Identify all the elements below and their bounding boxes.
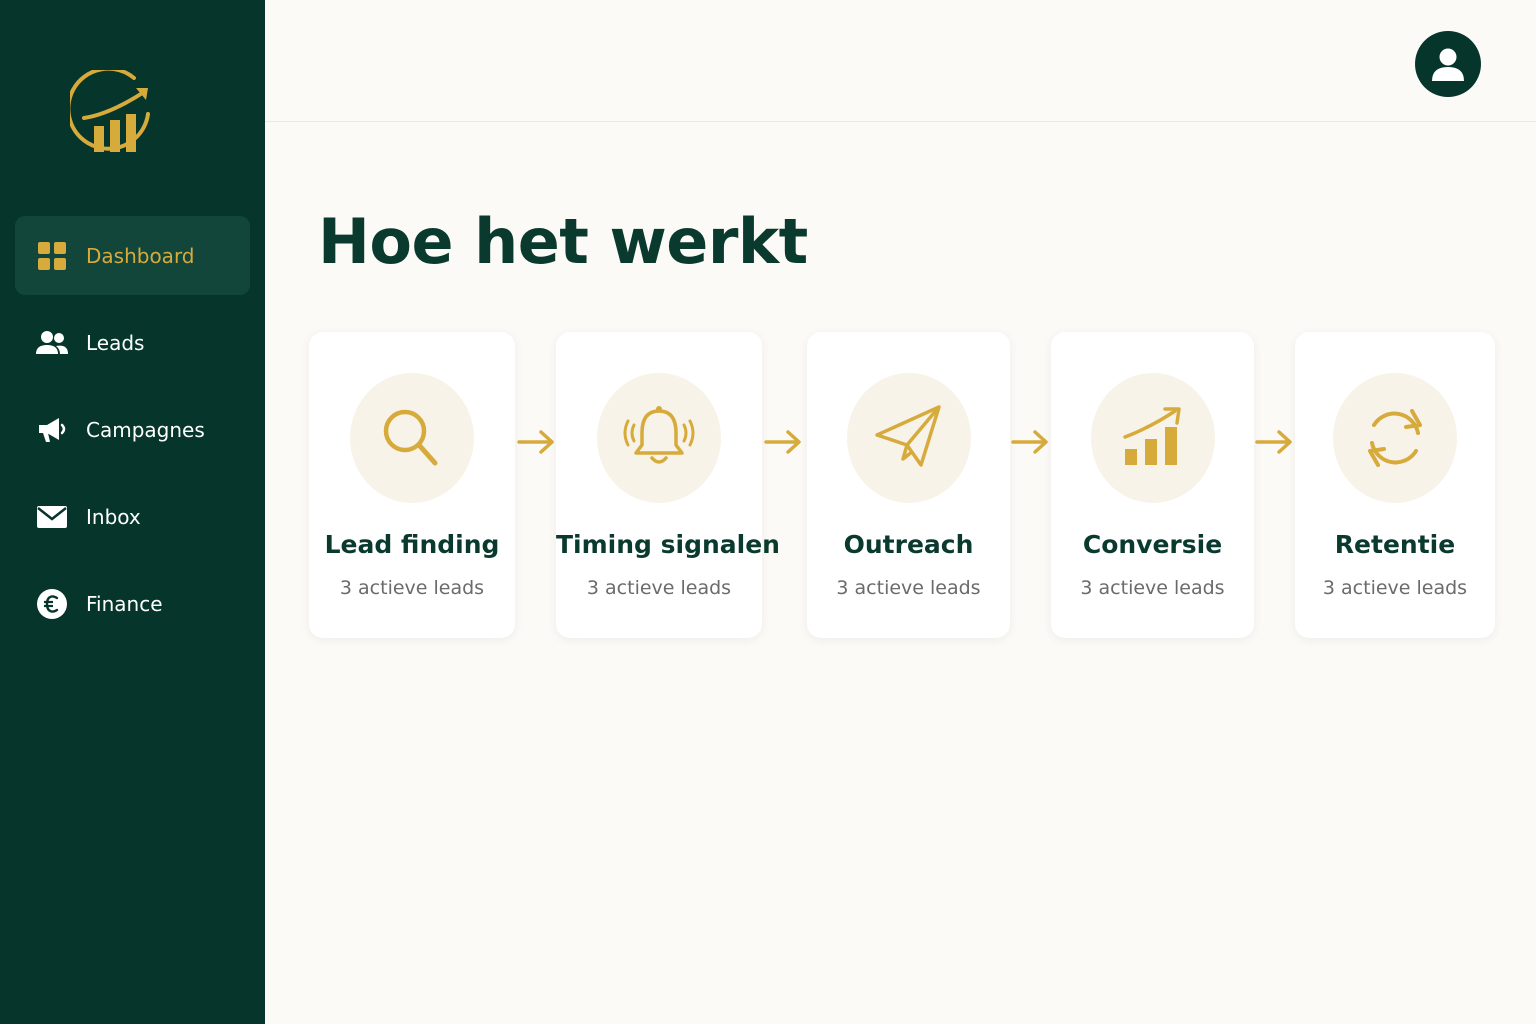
- step-name: Conversie: [1082, 530, 1223, 559]
- search-icon: [383, 409, 438, 466]
- step-count: 3 actieve leads: [339, 577, 485, 599]
- arrow-right-icon: [1011, 430, 1048, 454]
- grid-icon: [36, 240, 68, 272]
- sidebar: Dashboard Leads Campagnes Inbox Finance: [0, 0, 265, 1024]
- sidebar-item-dashboard[interactable]: Dashboard: [15, 216, 250, 295]
- icon-circle: [846, 373, 971, 503]
- users-icon: [36, 327, 68, 359]
- sidebar-nav: Dashboard Leads Campagnes Inbox Finance: [15, 216, 250, 651]
- sidebar-item-label: Campagnes: [86, 417, 205, 442]
- logo-icon[interactable]: [66, 66, 156, 162]
- arrow-right-icon: [764, 430, 801, 454]
- step-count: 3 actieve leads: [1322, 577, 1468, 599]
- step-card-retentie[interactable]: Retentie 3 actieve leads: [1295, 332, 1495, 638]
- step-count: 3 actieve leads: [1080, 577, 1225, 599]
- icon-circle: [350, 373, 474, 503]
- sidebar-item-label: Dashboard: [86, 243, 195, 268]
- step-name: Outreach: [843, 530, 974, 559]
- envelope-icon: [36, 501, 68, 533]
- euro-icon: [36, 588, 68, 620]
- sidebar-item-label: Finance: [86, 591, 163, 616]
- sidebar-item-campagnes[interactable]: Campagnes: [15, 390, 250, 469]
- step-name: Lead finding: [324, 530, 500, 559]
- step-count: 3 actieve leads: [836, 577, 981, 599]
- step-card-lead-finding[interactable]: Lead finding 3 actieve leads: [309, 332, 515, 638]
- step-name: Retentie: [1334, 530, 1456, 559]
- arrow-right-icon: [1255, 430, 1292, 454]
- sidebar-item-leads[interactable]: Leads: [15, 303, 250, 382]
- step-card-outreach[interactable]: Outreach 3 actieve leads: [807, 332, 1010, 638]
- step-card-conversie[interactable]: Conversie 3 actieve leads: [1051, 332, 1254, 638]
- step-card-timing-signalen[interactable]: Timing signalen 3 actieve leads: [556, 332, 780, 638]
- app: Dashboard Leads Campagnes Inbox Finance …: [0, 0, 1536, 1024]
- process-steps: Lead finding 3 actieve leads Timing sign…: [265, 332, 1536, 638]
- icon-circle: [1090, 373, 1215, 503]
- growth-chart-icon: [1122, 407, 1181, 465]
- user-avatar[interactable]: [1415, 31, 1481, 97]
- sidebar-item-inbox[interactable]: Inbox: [15, 477, 250, 556]
- sidebar-item-label: Inbox: [86, 504, 141, 529]
- top-bar: [265, 0, 1536, 122]
- step-name: Timing signalen: [556, 530, 780, 559]
- megaphone-icon: [36, 414, 68, 446]
- main-content: Hoe het werkt Lead finding 3 actieve lea…: [265, 0, 1536, 1024]
- refresh-icon: [1368, 409, 1422, 467]
- step-count: 3 actieve leads: [586, 577, 732, 599]
- page-title: Hoe het werkt: [318, 205, 808, 278]
- user-icon: [1432, 48, 1464, 81]
- icon-circle: [1333, 373, 1457, 503]
- arrow-right-icon: [517, 430, 554, 454]
- paper-plane-icon: [874, 405, 941, 467]
- sidebar-item-label: Leads: [86, 330, 145, 355]
- bell-icon: [623, 406, 695, 464]
- icon-circle: [597, 373, 721, 503]
- sidebar-item-finance[interactable]: Finance: [15, 564, 250, 643]
